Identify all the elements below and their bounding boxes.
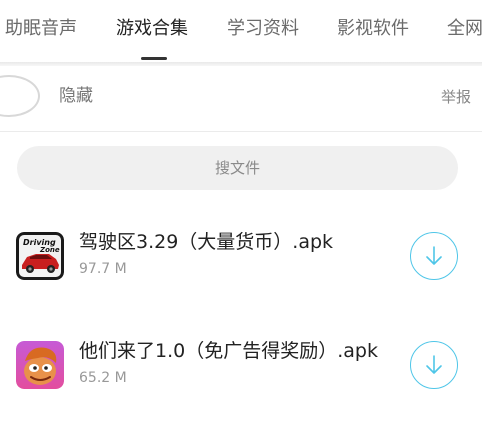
tab-study-materials[interactable]: 学习资料: [227, 17, 299, 41]
svg-text:Zone: Zone: [39, 246, 60, 254]
file-list-item[interactable]: 他们来了1.0（免广告得奖励）.apk 65.2 M: [0, 327, 482, 407]
file-list-item[interactable]: Driving Zone 驾驶区3.29（大量货币）.apk 97.7 M: [0, 218, 482, 298]
tab-sleep-audio[interactable]: 助眠音声: [5, 17, 77, 41]
driving-zone-app-icon: Driving Zone: [16, 232, 64, 280]
file-name: 驾驶区3.29（大量货币）.apk: [79, 231, 334, 253]
active-tab-indicator: [141, 57, 167, 60]
file-size: 97.7 M: [79, 261, 127, 277]
download-button[interactable]: [410, 341, 458, 389]
category-tabs: 助眠音声 游戏合集 学习资料 影视软件 全网: [0, 0, 482, 62]
avatar: [0, 75, 40, 117]
download-arrow-icon: [426, 355, 442, 374]
file-name: 他们来了1.0（免广告得奖励）.apk: [79, 340, 378, 362]
report-link[interactable]: 举报: [441, 87, 471, 107]
download-arrow-icon: [426, 246, 442, 265]
file-size: 65.2 M: [79, 370, 127, 386]
they-are-coming-app-icon: [16, 341, 64, 389]
divider: [0, 131, 482, 132]
tab-video-software[interactable]: 影视软件: [337, 17, 409, 41]
download-button[interactable]: [410, 232, 458, 280]
hidden-row: 隐藏 举报: [0, 66, 482, 132]
tab-whole-web[interactable]: 全网: [447, 17, 482, 41]
hide-label[interactable]: 隐藏: [59, 84, 93, 108]
search-files-button[interactable]: 搜文件: [17, 146, 458, 190]
tab-game-collection[interactable]: 游戏合集: [116, 17, 188, 41]
